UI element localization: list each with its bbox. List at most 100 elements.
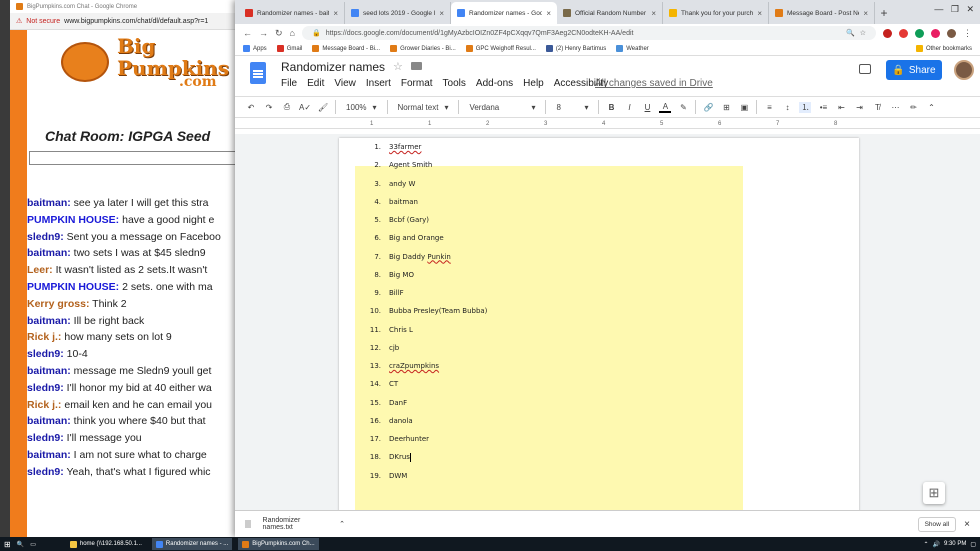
list-item[interactable]: 6. Big and Orange: [355, 229, 443, 247]
menu-item-help[interactable]: Help: [523, 78, 544, 89]
underline-icon[interactable]: U: [641, 103, 653, 112]
address-bar[interactable]: 🔒 https://docs.google.com/document/d/1gM…: [301, 26, 876, 40]
numbered-list-icon[interactable]: ⒈: [799, 101, 812, 113]
download-item[interactable]: Randomizer names.txt ⌃: [245, 517, 345, 531]
task-view-icon[interactable]: ▭: [30, 541, 36, 548]
chat-username[interactable]: Rick j.:: [27, 399, 61, 411]
zoom-icon[interactable]: 🔍: [846, 29, 855, 37]
taskbar-item[interactable]: BigPumpkins.com Ch...: [238, 538, 319, 550]
increase-indent-icon[interactable]: ⇥: [853, 103, 865, 112]
browser-tab[interactable]: Official Random Number G ×: [557, 2, 663, 24]
list-item[interactable]: 4. baitman: [355, 193, 418, 211]
extension-icon[interactable]: [915, 28, 924, 38]
chat-username[interactable]: Leer:: [27, 264, 53, 276]
tab-close-icon[interactable]: ×: [546, 9, 551, 18]
scrollbar[interactable]: [974, 134, 980, 510]
more-icon[interactable]: ⋯: [889, 103, 901, 112]
docs-logo-icon[interactable]: [250, 62, 266, 84]
menu-item-file[interactable]: File: [281, 78, 297, 89]
clear-formatting-icon[interactable]: T̸: [871, 103, 883, 112]
list-item[interactable]: 15. DanF: [355, 394, 407, 412]
windows-start-icon[interactable]: ⊞: [4, 540, 11, 549]
browser-tab[interactable]: Message Board - Post New ×: [769, 2, 875, 24]
comment-icon[interactable]: [859, 64, 871, 74]
document-title[interactable]: Randomizer names: [281, 60, 385, 74]
print-icon[interactable]: ⎙: [281, 102, 293, 112]
bulleted-list-icon[interactable]: •≡: [817, 103, 829, 112]
save-status[interactable]: All changes saved in Drive: [595, 78, 713, 89]
list-item[interactable]: 17. Deerhunter: [355, 430, 429, 448]
tab-close-icon[interactable]: ×: [439, 9, 444, 18]
chat-username[interactable]: Rick j.:: [27, 331, 61, 343]
link-icon[interactable]: 🔗: [702, 103, 714, 112]
notifications-icon[interactable]: ▢: [970, 541, 976, 548]
bookmark-item[interactable]: Weather: [616, 45, 649, 52]
browser-tab[interactable]: seed lots 2019 - Google D ×: [345, 2, 451, 24]
undo-icon[interactable]: ↶: [245, 103, 257, 112]
chevron-up-icon[interactable]: ⌃: [339, 520, 345, 528]
bold-icon[interactable]: B: [605, 103, 617, 112]
tab-close-icon[interactable]: ×: [333, 9, 338, 18]
volume-icon[interactable]: 🔊: [932, 541, 939, 548]
font-size-select[interactable]: 8 ▾: [552, 103, 592, 112]
window-controls[interactable]: — ❐ ✕: [934, 4, 974, 15]
search-icon[interactable]: 🔍: [17, 541, 24, 548]
collapse-icon[interactable]: ⌃: [925, 103, 937, 112]
chat-username[interactable]: baitman:: [27, 415, 71, 427]
taskbar-item[interactable]: home (\\192.168.50.1...: [66, 538, 146, 550]
browser-tab[interactable]: Thank you for your purcha ×: [663, 2, 769, 24]
highlight-icon[interactable]: ✎: [677, 103, 689, 112]
list-item[interactable]: 9. BillF: [355, 284, 403, 302]
menu-item-format[interactable]: Format: [401, 78, 433, 89]
align-icon[interactable]: ≡: [763, 103, 775, 112]
taskbar-item[interactable]: Randomizer names - ...: [151, 538, 233, 550]
chat-username[interactable]: sledn9:: [27, 382, 64, 394]
chat-username[interactable]: baitman:: [27, 365, 71, 377]
browser-tab[interactable]: Randomizer names - Goog ×: [451, 2, 557, 24]
home-icon[interactable]: ⌂: [290, 28, 295, 38]
chat-username[interactable]: baitman:: [27, 247, 71, 259]
chat-username[interactable]: sledn9:: [27, 231, 64, 243]
paint-format-icon[interactable]: 🖌: [317, 103, 329, 112]
chat-address-bar[interactable]: ⚠ Not secure www.bigpumpkins.com/chat/dl…: [10, 13, 245, 30]
share-button[interactable]: 🔒 Share: [886, 60, 942, 80]
list-item[interactable]: 11. Chris L: [355, 321, 413, 339]
list-item[interactable]: 1. 33farmer: [355, 138, 421, 156]
forward-icon[interactable]: →: [259, 28, 268, 38]
list-item[interactable]: 19. DWM: [355, 467, 408, 485]
menu-item-insert[interactable]: Insert: [366, 78, 391, 89]
italic-icon[interactable]: I: [623, 103, 635, 112]
clock[interactable]: 9:30 PM: [944, 541, 966, 547]
bookmark-star-icon[interactable]: ☆: [860, 29, 866, 37]
tray-chevron-icon[interactable]: ⌃: [923, 541, 928, 548]
chat-username[interactable]: baitman:: [27, 197, 71, 209]
chat-username[interactable]: Kerry gross:: [27, 298, 89, 310]
insert-image-icon[interactable]: ▣: [738, 103, 750, 112]
chat-username[interactable]: sledn9:: [27, 466, 64, 478]
menu-kebab-icon[interactable]: ⋮: [963, 28, 972, 39]
list-item[interactable]: 12. cjb: [355, 339, 399, 357]
chat-username[interactable]: PUMPKIN HOUSE:: [27, 214, 119, 226]
bookmark-item[interactable]: Grower Diaries - Bi...: [390, 45, 456, 52]
style-select[interactable]: Normal text ▾: [394, 103, 453, 112]
folder-icon[interactable]: [411, 62, 422, 70]
text-color-icon[interactable]: A: [659, 102, 672, 113]
bigpumpkins-logo[interactable]: Big Pumpkins .com: [61, 34, 229, 94]
chat-username[interactable]: sledn9:: [27, 348, 64, 360]
list-item[interactable]: 8. Big MO: [355, 266, 414, 284]
bookmark-item[interactable]: (2) Henry Bartimus: [545, 45, 606, 52]
close-icon[interactable]: ×: [964, 519, 970, 530]
add-comment-icon[interactable]: ⊞: [720, 103, 732, 112]
reload-icon[interactable]: ↻: [275, 28, 283, 39]
bookmark-item[interactable]: Gmail: [276, 45, 302, 52]
chat-username[interactable]: baitman:: [27, 315, 71, 327]
profile-avatar[interactable]: [947, 28, 956, 38]
list-item[interactable]: 18. DKrus: [355, 448, 411, 466]
list-item[interactable]: 13. craZpumpkins: [355, 357, 439, 375]
menu-item-view[interactable]: View: [334, 78, 356, 89]
list-item[interactable]: 5. Bcbf (Gary): [355, 211, 429, 229]
list-item[interactable]: 2. Agent Smith: [355, 156, 432, 174]
list-item[interactable]: 10. Bubba Presley(Team Bubba): [355, 302, 488, 320]
ruler[interactable]: 1 1 2 3 4 5 6 7 8: [235, 118, 980, 129]
editing-mode-icon[interactable]: ✏: [907, 103, 919, 112]
